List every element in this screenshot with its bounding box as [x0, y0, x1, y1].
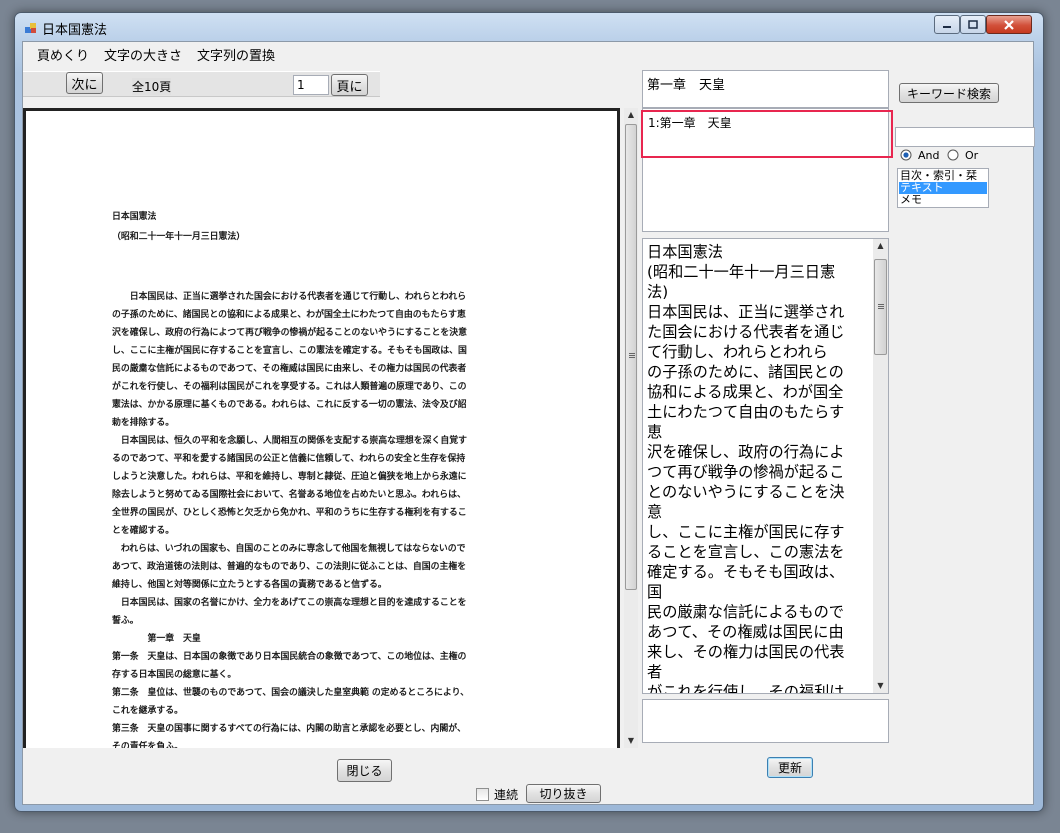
document-line: 沢を確保し、政府の行為によつて再び戦争の惨禍が起ることのないやうにすることを決意 — [112, 328, 467, 338]
document-scroll-thumb[interactable] — [625, 124, 637, 590]
app-icon — [25, 22, 37, 34]
document-line: われらは、いづれの国家も、自国のことのみに専念して他国を無視してはならないので — [112, 544, 466, 554]
close-icon — [1004, 19, 1014, 30]
document-line: 第一条 天皇は、日本国の象徴であり日本国民統合の象徴であつて、この地位は、主権の — [112, 652, 467, 662]
keyword-input[interactable] — [895, 127, 1035, 147]
document-line: 維持し、他国と対等関係に立たうとする各国の責務であると信ずる。 — [112, 580, 387, 590]
text-line: 者 — [647, 663, 663, 681]
text-line: 国 — [647, 583, 663, 601]
text-scroll-down-icon[interactable]: ▼ — [873, 679, 888, 693]
document-line: 第二条 皇位は、世襲のものであつて、国会の議決した皇室典範 の定めるところにより… — [112, 688, 470, 698]
text-content-area[interactable]: 日本国憲法 (昭和二十一年十一月三日憲 法) 日本国民は、正当に選挙され た国会における… — [642, 238, 889, 694]
text-scroll-thumb[interactable] — [874, 259, 887, 355]
or-radio[interactable]: Or — [947, 148, 978, 162]
text-line: し、ここに主権が国民に存す — [647, 523, 845, 541]
text-line: つて再び戦争の惨禍が起るこ — [647, 463, 845, 481]
document-scrollbar[interactable]: ▲ ▼ — [624, 108, 638, 748]
minimize-icon — [943, 25, 951, 28]
close-button[interactable]: 閉じる — [337, 759, 392, 782]
document-line: 存する日本国民の総意に基く。 — [112, 670, 237, 680]
document-view[interactable]: 日本国憲法 （昭和二十一年十一月三日憲法） 日本国民は、正当に選挙された国会におけ… — [23, 108, 620, 748]
text-line: 法) — [647, 283, 669, 301]
memo-input[interactable] — [642, 699, 889, 743]
window-title: 日本国憲法 — [42, 23, 108, 38]
text-line: た国会における代表者を通じ — [647, 323, 845, 341]
maximize-icon — [968, 19, 978, 29]
close-window-button[interactable] — [986, 15, 1032, 34]
text-line: 来し、その権力は国民の代表 — [647, 643, 845, 661]
cut-out-button[interactable]: 切り抜き — [526, 784, 601, 803]
chapter-text: 第一章 天皇 — [647, 78, 726, 93]
checkbox-icon — [476, 787, 489, 801]
document-line: しようと決意した。われらは、平和を維持し、専制と隷従、圧迫と偏狭を地上から永遠に — [112, 472, 467, 482]
keyword-search-button[interactable]: キーワード検索 — [899, 83, 999, 103]
document-line: し、ここに主権が国民に存することを宣言し、この憲法を確定する。そもそも国政は、国 — [112, 346, 467, 356]
document-line: 日本国民は、国家の名誉にかけ、全力をあげてこの崇高な理想と目的を達成することを — [112, 598, 467, 608]
search-target-list[interactable]: 目次・索引・栞 テキスト メモ — [897, 168, 989, 208]
text-line: 協和による成果と、わが国全 — [647, 383, 844, 401]
document-line: 第三条 天皇の国事に関するすべての行為には、内閣の助言と承認を必要とし、内閣が、 — [112, 724, 466, 734]
text-line: ることを宣言し、この憲法を — [647, 543, 845, 561]
document-line: 勅を排除する。 — [112, 418, 175, 428]
text-line: 土にわたつて自由のもたらす — [647, 403, 845, 421]
document-line: 日本国民は、恒久の平和を念願し、人間相互の関係を支配する崇高な理想を深く自覚す — [112, 436, 467, 446]
or-label: Or — [965, 148, 979, 162]
menu-page-turn[interactable]: 頁めくり — [37, 47, 89, 67]
document-line: 第一章 天皇 — [112, 634, 201, 644]
document-line: 誓ふ。 — [112, 616, 139, 626]
search-result-highlight[interactable]: 1:第一章 天皇 — [641, 110, 893, 158]
document-line: るのであつて、平和を愛する諸国民の公正と信義に信頼して、われらの安全と生存を保持 — [112, 454, 466, 464]
text-line: 沢を確保し、政府の行為によ — [647, 443, 845, 461]
page-number-input[interactable] — [293, 75, 329, 95]
document-line: 全世界の国民が、ひとしく恐怖と欠乏から免かれ、平和のうちに生存する権利を有するこ — [112, 508, 467, 518]
document-line: がこれを行使し、その福利は国民がこれを享受する。これは人類普遍の原理であり、この — [112, 382, 467, 392]
continuous-label: 連続 — [494, 787, 519, 802]
search-result-item[interactable]: 1:第一章 天皇 — [648, 116, 732, 130]
document-line: 日本国憲法 — [112, 212, 157, 222]
and-label: And — [918, 148, 940, 162]
document-line: の子孫のために、諸国民との協和による成果と、わが国全土にわたつて自由のもたらす恵 — [112, 310, 466, 320]
radio-checked-icon — [900, 149, 912, 161]
text-line: 民の厳粛な信託によるもので — [647, 603, 844, 621]
document-line: その責任を負ふ。 — [112, 742, 183, 748]
document-line: 日本国民は、正当に選挙された国会における代表者を通じて行動し、われらとわれら — [112, 292, 467, 302]
text-line: 確定する。そもそも国政は、 — [647, 563, 845, 581]
text-line: 恵 — [647, 423, 663, 441]
text-line: がこれを行使し、その福利は — [647, 683, 845, 694]
text-line: とのないやうにすることを決 — [647, 483, 845, 501]
minimize-button[interactable] — [934, 15, 960, 34]
text-line: 日本国民は、正当に選挙され — [647, 303, 845, 321]
text-scroll-up-icon[interactable]: ▲ — [873, 239, 888, 253]
text-line: 日本国憲法 — [647, 243, 723, 261]
document-line: これを継承する。 — [112, 706, 183, 716]
document-line: 除去しようと努めてゐる国際社会において、名誉ある地位を占めたいと思ふ。われらは、 — [112, 490, 466, 500]
text-content: 日本国憲法 (昭和二十一年十一月三日憲 法) 日本国民は、正当に選挙され た国会における… — [647, 242, 845, 694]
text-line: 意 — [647, 503, 663, 521]
chapter-display: 第一章 天皇 — [642, 70, 889, 108]
scroll-up-arrow-icon[interactable]: ▲ — [624, 108, 638, 122]
text-scrollbar[interactable]: ▲ ▼ — [873, 239, 888, 693]
maximize-button[interactable] — [960, 15, 986, 34]
text-line: あつて、その権威は国民に由 — [647, 623, 844, 641]
menu-font-size[interactable]: 文字の大きさ — [104, 47, 182, 67]
and-radio[interactable]: And — [900, 148, 939, 162]
scroll-down-arrow-icon[interactable]: ▼ — [624, 734, 638, 748]
document-line: とを確認する。 — [112, 526, 175, 536]
next-page-button[interactable]: 次に — [66, 72, 103, 94]
document-line: （昭和二十一年十一月三日憲法） — [112, 232, 246, 242]
document-line: あつて、政治道徳の法則は、普遍的なものであり、この法則に従ふことは、自国の主権を — [112, 562, 467, 572]
menu-replace-text[interactable]: 文字列の置換 — [197, 47, 275, 67]
update-button[interactable]: 更新 — [767, 757, 813, 778]
text-line: (昭和二十一年十一月三日憲 — [647, 263, 836, 281]
document-line: 民の厳粛な信託によるものであつて、その権威は国民に由来し、その権力は国民の代表者 — [112, 364, 467, 374]
continuous-checkbox[interactable]: 連続 — [476, 787, 519, 802]
document-line: 憲法は、かかる原理に基くものである。われらは、これに反する一切の憲法、法令及び詔 — [112, 400, 467, 410]
text-line: て行動し、われらとわれら — [647, 343, 828, 361]
radio-unchecked-icon — [947, 149, 959, 161]
total-pages-label: 全10頁 — [132, 78, 172, 95]
search-target-item[interactable]: メモ — [899, 194, 987, 206]
go-to-page-button[interactable]: 頁に — [331, 74, 368, 96]
text-line: の子孫のために、諸国民との — [647, 363, 844, 381]
